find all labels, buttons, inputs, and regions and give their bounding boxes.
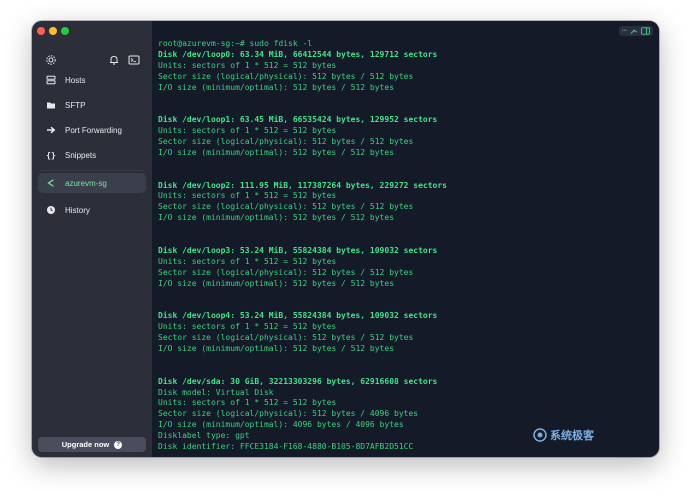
terminal-line: I/O size (minimum/optimal): 512 bytes / … — [158, 278, 395, 288]
braces-icon: {} — [46, 150, 56, 160]
bell-icon[interactable] — [108, 53, 120, 65]
sidebar-item-snippets[interactable]: {} Snippets — [38, 145, 146, 165]
app-window: Hosts SFTP Port Forwarding {} Snippets a… — [32, 21, 659, 457]
terminal-output[interactable]: root@azurevm-sg:~# sudo fdisk -l Disk /de… — [158, 39, 653, 453]
terminal-line: Units: sectors of 1 * 512 = 512 bytes — [158, 398, 337, 408]
sidebar-item-port-forwarding[interactable]: Port Forwarding — [38, 120, 146, 140]
sidebar-item-label: History — [65, 205, 90, 215]
window-controls — [37, 27, 69, 35]
upgrade-button[interactable]: Upgrade now ? — [38, 437, 146, 452]
terminal-toolbar: ••• — [618, 26, 653, 36]
terminal-line: Units: sectors of 1 * 512 = 512 bytes — [158, 60, 337, 70]
terminal-toolbar-group: ••• — [618, 26, 653, 36]
gear-icon[interactable] — [45, 53, 57, 65]
terminal-line: I/O size (minimum/optimal): 512 bytes / … — [158, 343, 395, 353]
route-icon[interactable] — [630, 27, 638, 35]
sidebar-item-label: azurevm-sg — [65, 178, 107, 188]
terminal-line: Disk model: Virtual Disk — [158, 387, 274, 397]
upgrade-label: Upgrade now — [61, 440, 110, 449]
watermark-text: 系统极客 — [550, 430, 594, 442]
sidebar-item-history[interactable]: History — [38, 200, 146, 220]
terminal-line: Sector size (logical/physical): 512 byte… — [158, 71, 414, 81]
sidebar-item-label: Port Forwarding — [65, 125, 122, 135]
terminal-line: Sector size (logical/physical): 512 byte… — [158, 137, 414, 147]
terminal-window-icon[interactable] — [128, 53, 140, 65]
terminal-disk-header-line: Disk /dev/loop2: 111.95 MiB, 117387264 b… — [158, 180, 447, 190]
help-icon: ? — [114, 440, 123, 449]
terminal-line: I/O size (minimum/optimal): 512 bytes / … — [158, 147, 395, 157]
terminal-icon — [46, 178, 56, 188]
close-window-button[interactable] — [37, 27, 45, 35]
terminal-line: Units: sectors of 1 * 512 = 512 bytes — [158, 191, 337, 201]
terminal-line: Disk identifier: FFCE3184-F168-4880-B105… — [158, 441, 414, 451]
sidebar-item-sftp[interactable]: SFTP — [38, 95, 146, 115]
terminal-disk-header-line: Disk /dev/loop1: 63.45 MiB, 66535424 byt… — [158, 115, 438, 125]
terminal-line: Sector size (logical/physical): 512 byte… — [158, 267, 414, 277]
sidebar-item-azurevm-sg[interactable]: azurevm-sg — [38, 173, 146, 193]
sidebar-item-hosts[interactable]: Hosts — [38, 70, 146, 90]
terminal-panel[interactable]: ••• root@azurevm-sg:~# sudo fdisk -l Disk… — [152, 21, 659, 457]
minimize-window-button[interactable] — [49, 27, 57, 35]
terminal-disk-header-line: Disk /dev/loop4: 53.24 MiB, 55824384 byt… — [158, 311, 438, 321]
watermark-logo-icon — [533, 428, 547, 442]
terminal-line: I/O size (minimum/optimal): 512 bytes / … — [158, 82, 395, 92]
terminal-line: Units: sectors of 1 * 512 = 512 bytes — [158, 256, 337, 266]
watermark: 系统极客 — [533, 427, 594, 443]
zoom-window-button[interactable] — [61, 27, 69, 35]
hosts-icon — [46, 75, 56, 85]
terminal-disk-header-line: Disk /dev/loop0: 63.34 MiB, 66412544 byt… — [158, 49, 438, 59]
dots-icon[interactable]: ••• — [622, 28, 627, 34]
terminal-line: I/O size (minimum/optimal): 512 bytes / … — [158, 213, 395, 223]
arrow-right-icon — [46, 125, 56, 135]
sidebar-toolbar — [32, 53, 152, 67]
terminal-disk-header-line: Disk /dev/sda: 30 GiB, 32213303296 bytes… — [158, 376, 438, 386]
sidebar: Hosts SFTP Port Forwarding {} Snippets a… — [32, 21, 152, 457]
sidebar-item-label: Hosts — [65, 75, 86, 85]
terminal-line: Sector size (logical/physical): 512 byte… — [158, 409, 419, 419]
terminal-disk-header-line: Disk /dev/loop3: 53.24 MiB, 55824384 byt… — [158, 245, 438, 255]
terminal-line: Units: sectors of 1 * 512 = 512 bytes — [158, 322, 337, 332]
folder-icon — [46, 100, 56, 110]
clock-icon — [46, 205, 56, 215]
terminal-line: Sector size (logical/physical): 512 byte… — [158, 333, 414, 343]
terminal-prompt-line: root@azurevm-sg:~# sudo fdisk -l — [158, 39, 313, 48]
sidebar-divider — [40, 170, 144, 171]
split-view-icon[interactable] — [641, 27, 650, 35]
terminal-line: Sector size (logical/physical): 512 byte… — [158, 202, 414, 212]
sidebar-item-label: Snippets — [65, 150, 97, 160]
terminal-line: Units: sectors of 1 * 512 = 512 bytes — [158, 126, 337, 136]
sidebar-item-label: SFTP — [65, 100, 86, 110]
